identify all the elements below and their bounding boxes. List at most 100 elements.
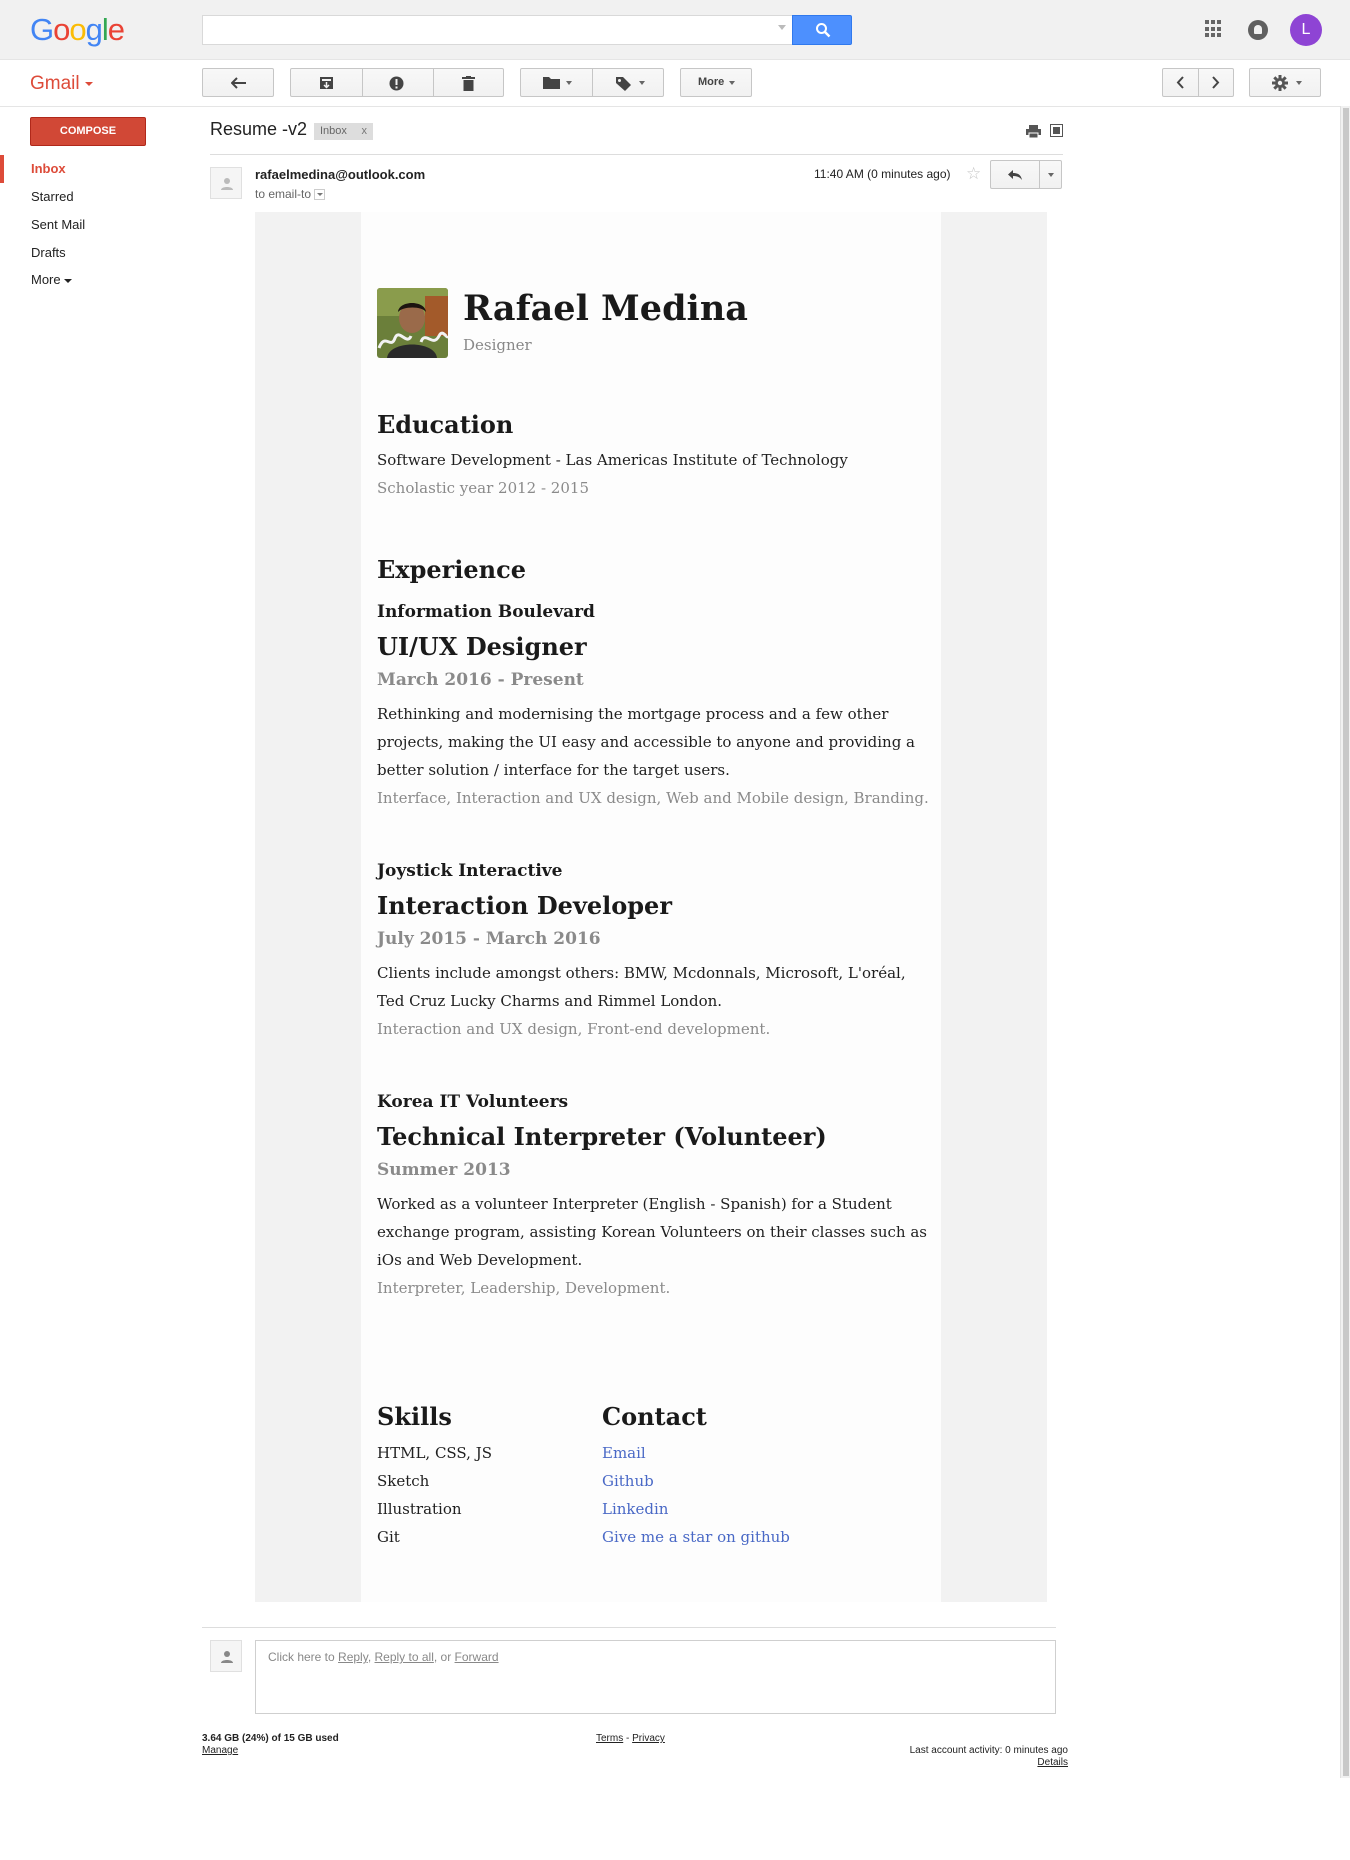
scrollbar[interactable] bbox=[1340, 106, 1350, 1778]
print-icon[interactable] bbox=[1026, 125, 1041, 138]
chevron-down-icon bbox=[566, 81, 572, 85]
contact-link-linkedin[interactable]: Linkedin bbox=[602, 1500, 668, 1518]
resume-role: Designer bbox=[463, 336, 532, 354]
sidebar-item-sent-mail[interactable]: Sent Mail bbox=[31, 217, 85, 232]
folder-icon bbox=[543, 77, 560, 89]
settings-button[interactable] bbox=[1249, 68, 1321, 97]
labels-button[interactable] bbox=[593, 69, 664, 96]
logo-letter: g bbox=[85, 12, 103, 47]
chevron-left-icon bbox=[1176, 76, 1184, 89]
logo-letter: o bbox=[69, 12, 86, 47]
more-reply-options-icon[interactable] bbox=[1048, 173, 1054, 177]
sidebar-item-starred[interactable]: Starred bbox=[31, 189, 74, 204]
nav-active-indicator bbox=[0, 155, 4, 183]
sidebar-item-more[interactable]: More bbox=[31, 272, 72, 287]
job-skills: Interpreter, Leadership, Development. bbox=[377, 1279, 671, 1297]
reply-all-link[interactable]: Reply to all bbox=[375, 1650, 434, 1664]
search-input[interactable] bbox=[202, 15, 792, 45]
label-tag-icon bbox=[616, 77, 631, 91]
reply-prompt: Click here to Reply, Reply to all, or Fo… bbox=[268, 1650, 499, 1664]
resume-name: Rafael Medina bbox=[463, 288, 748, 329]
sender-avatar bbox=[210, 167, 242, 199]
compose-button[interactable]: COMPOSE bbox=[30, 117, 146, 146]
skills-heading: Skills bbox=[377, 1402, 452, 1431]
terms-link[interactable]: Terms bbox=[596, 1733, 623, 1744]
move-to-button[interactable] bbox=[521, 69, 592, 96]
reply-icon bbox=[1008, 170, 1022, 180]
report-spam-button[interactable] bbox=[363, 69, 433, 96]
chevron-down-icon bbox=[63, 278, 72, 283]
older-button[interactable] bbox=[1199, 69, 1234, 96]
storage-usage: 3.64 GB (24%) of 15 GB used bbox=[202, 1733, 339, 1744]
recipient-text: to email-to bbox=[255, 187, 312, 201]
contact-link-github-star[interactable]: Give me a star on github bbox=[602, 1528, 790, 1546]
message-subject: Resume -v2 bbox=[210, 119, 308, 139]
skill-item: HTML, CSS, JS bbox=[377, 1444, 492, 1462]
activity-details-link[interactable]: Details bbox=[1037, 1757, 1068, 1768]
job-title: Technical Interpreter (Volunteer) bbox=[377, 1122, 827, 1151]
chevron-down-icon bbox=[1296, 81, 1302, 85]
search-button[interactable] bbox=[792, 15, 852, 45]
message-divider bbox=[210, 154, 1063, 155]
delete-button[interactable] bbox=[434, 69, 504, 96]
reply-box[interactable]: Click here to Reply, Reply to all, or Fo… bbox=[255, 1640, 1056, 1714]
search-options-dropdown-icon[interactable] bbox=[778, 25, 786, 30]
reply-link[interactable]: Reply bbox=[338, 1650, 368, 1664]
job-description: Worked as a volunteer Interpreter (Engli… bbox=[377, 1195, 927, 1269]
contact-link-github[interactable]: Github bbox=[602, 1472, 654, 1490]
notifications-bell-icon[interactable] bbox=[1248, 20, 1268, 40]
show-details-icon[interactable] bbox=[314, 189, 326, 201]
contact-heading: Contact bbox=[602, 1402, 707, 1431]
remove-label-icon[interactable]: x bbox=[362, 125, 368, 137]
chevron-down-icon bbox=[729, 81, 735, 85]
manage-storage-link[interactable]: Manage bbox=[202, 1745, 238, 1756]
trash-icon bbox=[462, 76, 475, 91]
apps-grid-icon[interactable] bbox=[1205, 20, 1223, 38]
job-description: Clients include amongst others: BMW, Mcd… bbox=[377, 964, 906, 1010]
footer-links: Terms - Privacy bbox=[596, 1733, 665, 1744]
job-description: Rethinking and modernising the mortgage … bbox=[377, 705, 916, 779]
move-to-label-group bbox=[520, 68, 664, 97]
scrollbar-thumb[interactable] bbox=[1343, 108, 1349, 1776]
last-activity: Last account activity: 0 minutes ago bbox=[909, 1745, 1068, 1756]
gmail-label: Gmail bbox=[30, 73, 80, 94]
person-icon bbox=[221, 1651, 233, 1663]
education-heading: Education bbox=[377, 410, 514, 439]
back-to-inbox-button[interactable] bbox=[202, 68, 274, 97]
message-actions-group bbox=[290, 68, 504, 97]
education-period: Scholastic year 2012 - 2015 bbox=[377, 479, 589, 497]
job-skills: Interaction and UX design, Front-end dev… bbox=[377, 1020, 771, 1038]
skill-item: Git bbox=[377, 1528, 400, 1546]
archive-button[interactable] bbox=[291, 69, 362, 96]
contact-link-email[interactable]: Email bbox=[602, 1444, 646, 1462]
star-icon[interactable]: ☆ bbox=[966, 164, 981, 184]
logo-letter: G bbox=[30, 12, 54, 47]
privacy-link[interactable]: Privacy bbox=[632, 1733, 665, 1744]
gear-icon bbox=[1272, 75, 1288, 91]
inbox-label-badge[interactable]: Inbox x bbox=[314, 123, 373, 140]
job-period: Summer 2013 bbox=[377, 1160, 511, 1180]
job-skills: Interface, Interaction and UX design, We… bbox=[377, 789, 929, 807]
job-title: Interaction Developer bbox=[377, 891, 672, 920]
newer-button[interactable] bbox=[1163, 69, 1198, 96]
logo-letter: e bbox=[107, 12, 125, 47]
skill-item: Sketch bbox=[377, 1472, 430, 1490]
more-actions-button[interactable]: More bbox=[680, 68, 752, 97]
back-arrow-icon bbox=[231, 77, 246, 89]
experience-heading: Experience bbox=[377, 555, 527, 584]
job-company: Joystick Interactive bbox=[377, 861, 563, 881]
job-period: July 2015 - March 2016 bbox=[377, 929, 601, 949]
google-logo[interactable]: Google bbox=[30, 12, 125, 48]
new-window-icon[interactable] bbox=[1050, 124, 1063, 137]
forward-link[interactable]: Forward bbox=[455, 1650, 499, 1664]
recipient-line: to email-to bbox=[255, 187, 326, 201]
sender-email[interactable]: rafaelmedina@outlook.com bbox=[255, 167, 425, 182]
chevron-right-icon bbox=[1212, 76, 1220, 89]
account-avatar[interactable]: L bbox=[1290, 14, 1322, 46]
sidebar-item-drafts[interactable]: Drafts bbox=[31, 245, 66, 260]
message-timestamp: 11:40 AM (0 minutes ago) bbox=[814, 167, 951, 181]
job-title: UI/UX Designer bbox=[377, 632, 587, 661]
gmail-menu[interactable]: Gmail bbox=[30, 73, 93, 95]
sidebar-item-inbox[interactable]: Inbox bbox=[31, 161, 66, 176]
reply-button[interactable] bbox=[990, 160, 1062, 189]
